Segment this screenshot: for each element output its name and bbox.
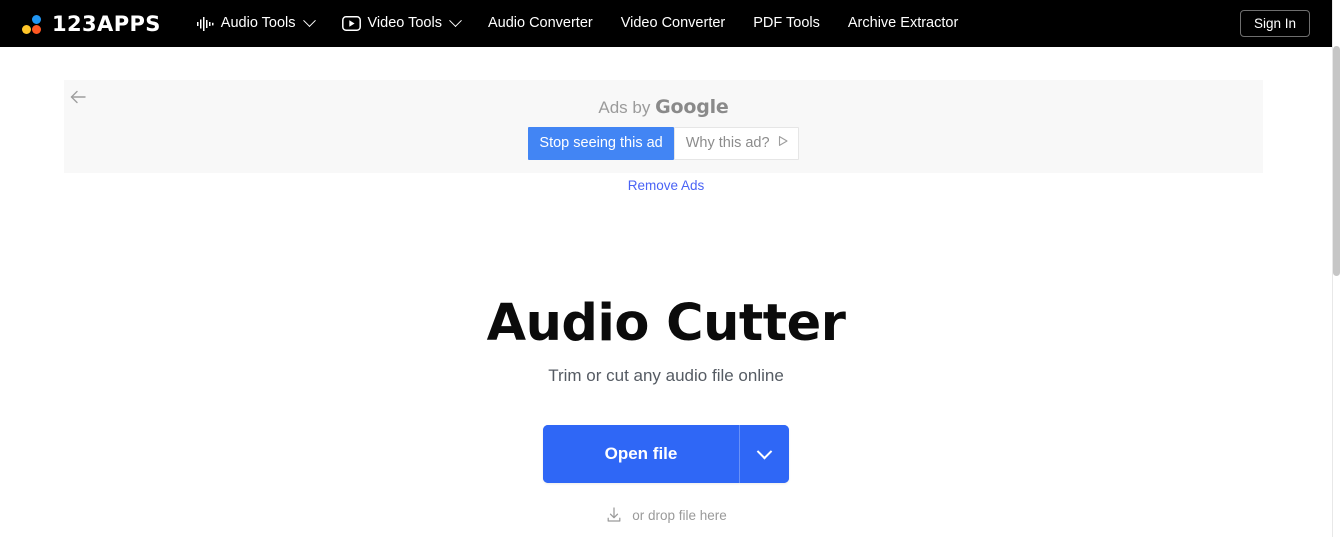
logo-dot-blue (32, 14, 41, 24)
drop-file-hint[interactable]: or drop file here (0, 506, 1332, 524)
open-file-button-group: Open file (542, 425, 790, 483)
main-nav: Audio Tools Video Tools Audio Converter … (196, 0, 1240, 47)
nav-item-video-converter[interactable]: Video Converter (607, 0, 740, 47)
play-triangle-outline-icon (777, 135, 789, 152)
hero-section: Audio Cutter Trim or cut any audio file … (0, 294, 1332, 386)
nav-label: Video Converter (620, 15, 726, 32)
logo-text: 123APPS (52, 11, 161, 36)
nav-item-pdf-tools[interactable]: PDF Tools (739, 0, 834, 47)
chevron-down-icon (757, 443, 773, 459)
chevron-down-icon (302, 14, 316, 28)
google-brand-text: Google (655, 96, 729, 118)
open-file-row: Open file (0, 425, 1332, 483)
stop-seeing-this-ad-button[interactable]: Stop seeing this ad (528, 127, 674, 161)
page-scrollbar-thumb[interactable] (1333, 46, 1340, 276)
nav-item-audio-tools[interactable]: Audio Tools (196, 0, 328, 47)
remove-ads-link[interactable]: Remove Ads (0, 178, 1332, 193)
sign-in-button[interactable]: Sign In (1239, 9, 1310, 38)
logo-dot-red (32, 24, 41, 34)
drop-file-label: or drop file here (632, 507, 727, 523)
page-title: Audio Cutter (486, 294, 846, 353)
logo-dots-icon (21, 13, 43, 35)
play-box-icon (341, 16, 361, 31)
audio-waveform-icon (196, 16, 214, 32)
nav-item-archive-extractor[interactable]: Archive Extractor (834, 0, 972, 47)
nav-label: PDF Tools (753, 15, 820, 32)
ads-by-prefix: Ads by (598, 98, 656, 117)
site-header: 123APPS Audio Tools Video Tools Audio Co… (0, 0, 1332, 47)
ads-by-google-label: Ads by Google (64, 96, 1263, 118)
open-file-dropdown-button[interactable] (740, 425, 790, 483)
why-this-ad-button[interactable]: Why this ad? (673, 127, 799, 161)
why-this-ad-label: Why this ad? (685, 135, 770, 151)
chevron-down-icon (449, 14, 462, 28)
nav-item-audio-converter[interactable]: Audio Converter (474, 0, 607, 47)
logo-dot-yellow (22, 24, 31, 34)
nav-label: Audio Tools (220, 15, 296, 32)
nav-item-video-tools[interactable]: Video Tools (328, 0, 474, 47)
site-logo[interactable]: 123APPS (21, 12, 161, 36)
page-scrollbar-track[interactable] (1332, 0, 1341, 537)
nav-label: Audio Converter (487, 15, 593, 32)
page-viewport: 123APPS Audio Tools Video Tools Audio Co… (0, 0, 1341, 537)
nav-label: Video Tools (367, 15, 442, 32)
page-subtitle: Trim or cut any audio file online (548, 366, 784, 386)
open-file-button[interactable]: Open file (542, 425, 740, 483)
nav-label: Archive Extractor (847, 15, 959, 32)
google-ad-container: Ads by Google Stop seeing this ad Why th… (64, 80, 1263, 173)
download-tray-icon (605, 506, 623, 524)
ad-controls: Stop seeing this ad Why this ad? (64, 127, 1263, 161)
